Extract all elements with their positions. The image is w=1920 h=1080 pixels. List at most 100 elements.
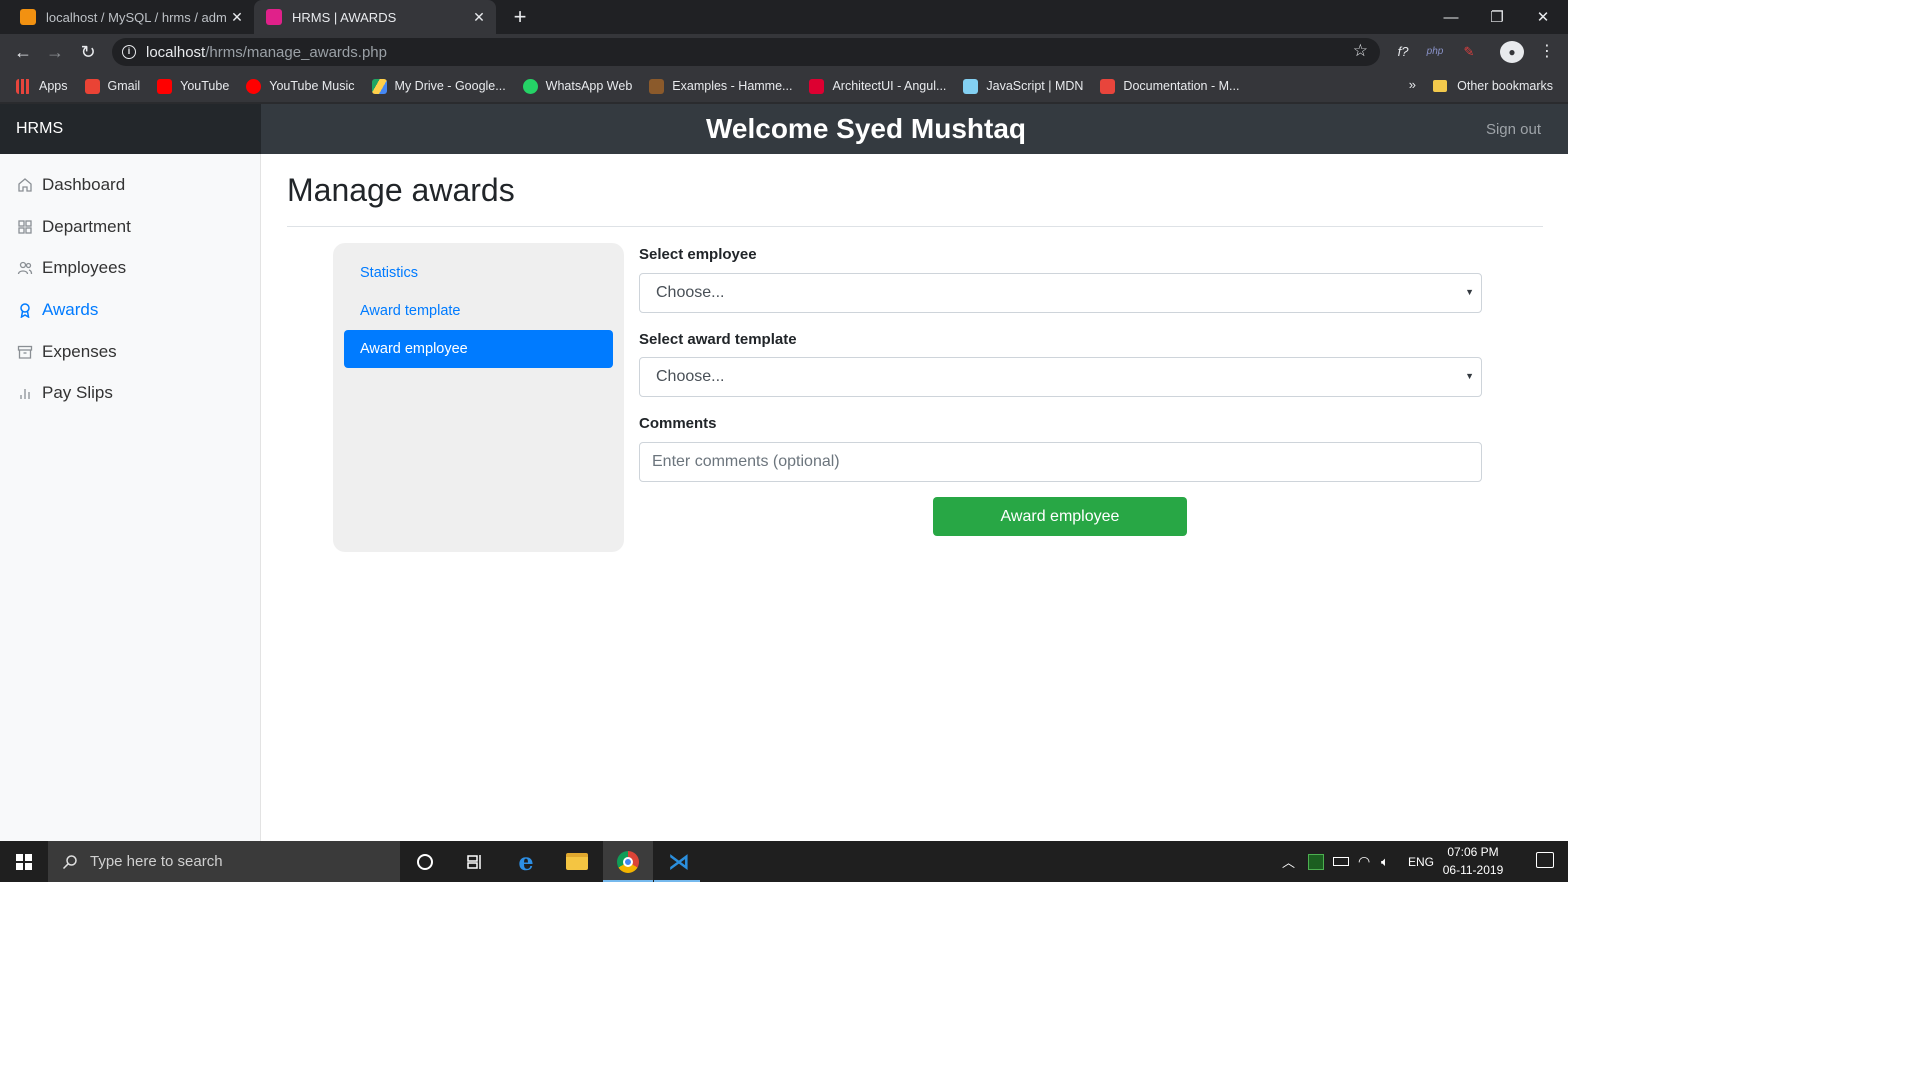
sign-out-link[interactable]: Sign out: [1486, 104, 1541, 154]
sidebar-item-label: Pay Slips: [42, 383, 113, 403]
bookmark-youtube[interactable]: YouTube: [157, 78, 229, 94]
task-view-icon[interactable]: [450, 841, 500, 882]
bookmark-star-icon[interactable]: ☆: [1353, 41, 1368, 61]
gmail-icon: [84, 78, 100, 94]
award-employee-button[interactable]: Award employee: [933, 497, 1187, 536]
sidebar-item-department[interactable]: Department: [0, 206, 260, 248]
grid-icon: [17, 219, 33, 235]
site-info-icon[interactable]: i: [122, 45, 136, 59]
cortana-icon[interactable]: [400, 841, 450, 882]
language-indicator[interactable]: ENG: [1408, 841, 1434, 882]
tab-title: HRMS | AWARDS: [292, 9, 397, 25]
award-template-select-value: Choose...: [656, 368, 725, 385]
restore-window-icon[interactable]: ❐: [1474, 0, 1520, 34]
forward-icon[interactable]: →: [40, 34, 70, 70]
whatsapp-icon: [522, 78, 538, 94]
show-hidden-icons-icon[interactable]: ︿: [1282, 841, 1295, 882]
bookmark-architectui[interactable]: ArchitectUI - Angul...: [809, 78, 946, 94]
subnav-award-employee[interactable]: Award employee: [344, 330, 613, 368]
sidebar-item-dashboard[interactable]: Dashboard: [0, 164, 260, 206]
select-employee-label: Select employee: [639, 246, 757, 263]
sidebar-item-pay-slips[interactable]: Pay Slips: [0, 372, 260, 414]
sidebar-item-label: Awards: [42, 299, 99, 319]
windows-taskbar: Type here to search e ⋊ ︿ ◠ 🔈︎ ENG 07:06…: [0, 841, 1568, 882]
sidebar-item-label: Employees: [42, 258, 127, 278]
welcome-heading: Welcome Syed Mushtaq: [705, 113, 1026, 144]
bookmark-mdn[interactable]: JavaScript | MDN: [963, 78, 1083, 94]
vscode-running-indicator: [654, 841, 700, 882]
php-extension-icon[interactable]: php: [1424, 42, 1446, 62]
tab-title: localhost / MySQL / hrms / admin: [46, 9, 226, 25]
google-drive-icon: [371, 78, 387, 94]
employee-select[interactable]: Choose... ▼: [639, 273, 1482, 313]
archive-icon: [17, 344, 33, 360]
address-bar[interactable]: i localhost/hrms/manage_awards.php ☆: [112, 38, 1380, 66]
sidebar-item-employees[interactable]: Employees: [0, 247, 260, 289]
select-award-template-label: Select award template: [639, 331, 797, 348]
bookmark-examples-hammer[interactable]: Examples - Hamme...: [649, 78, 792, 94]
browser-tab-phpmyadmin[interactable]: localhost / MySQL / hrms / admin ✕: [8, 0, 254, 34]
back-icon[interactable]: ←: [8, 34, 38, 70]
taskbar-clock[interactable]: 07:06 PM 06-11-2019: [1438, 843, 1508, 879]
notifications-icon[interactable]: [1536, 852, 1554, 868]
reload-icon[interactable]: ↻: [73, 34, 103, 70]
bookmark-documentation[interactable]: Documentation - M...: [1100, 78, 1239, 94]
clock-date: 06-11-2019: [1442, 863, 1504, 877]
search-icon: [62, 854, 77, 869]
subnav-statistics[interactable]: Statistics: [344, 254, 613, 292]
search-placeholder: Type here to search: [90, 853, 223, 870]
bookmark-whatsapp[interactable]: WhatsApp Web: [522, 78, 632, 94]
angular-icon: [809, 78, 825, 94]
windows-logo-icon: [16, 853, 32, 870]
wifi-icon[interactable]: ◠: [1358, 841, 1370, 882]
close-window-icon[interactable]: ✕: [1520, 0, 1566, 34]
divider: [287, 226, 1543, 227]
youtube-music-icon: [246, 78, 262, 94]
sidebar-item-expenses[interactable]: Expenses: [0, 331, 260, 373]
phpmyadmin-favicon-icon: [20, 9, 36, 25]
clock-time: 07:06 PM: [1447, 845, 1499, 859]
taskbar-search-box[interactable]: Type here to search: [48, 841, 400, 882]
minimize-window-icon[interactable]: —: [1428, 0, 1474, 34]
extension-badge-icon[interactable]: ✎: [1458, 42, 1480, 62]
formula-extension-icon[interactable]: f?: [1392, 42, 1414, 62]
brand-logo[interactable]: HRMS: [0, 104, 261, 154]
awards-subnav: Statistics Award template Award employee: [333, 243, 624, 552]
hrms-favicon-icon: [266, 9, 282, 25]
bar-chart-icon: [17, 385, 33, 401]
sidebar-item-label: Dashboard: [42, 174, 126, 194]
mdn-icon: [963, 78, 979, 94]
bookmark-youtube-music[interactable]: YouTube Music: [246, 78, 355, 94]
tray-app-icon[interactable]: [1308, 841, 1324, 882]
other-bookmarks[interactable]: Other bookmarks: [1433, 70, 1553, 102]
chrome-menu-icon[interactable]: ⋮: [1536, 42, 1558, 62]
file-explorer-icon[interactable]: [552, 841, 602, 882]
hammer-icon: [649, 78, 665, 94]
close-tab-icon[interactable]: ✕: [226, 9, 248, 26]
sidebar: Dashboard Department Employees Awards Ex…: [0, 154, 261, 841]
new-tab-button[interactable]: +: [508, 4, 532, 30]
close-tab-icon[interactable]: ✕: [468, 9, 490, 26]
award-template-select[interactable]: Choose... ▼: [639, 357, 1482, 397]
bookmark-google-drive[interactable]: My Drive - Google...: [371, 78, 506, 94]
award-icon: [17, 302, 33, 318]
sidebar-item-label: Expenses: [42, 341, 117, 361]
volume-icon[interactable]: 🔈︎: [1381, 841, 1389, 882]
profile-avatar-icon[interactable]: ●: [1500, 41, 1524, 63]
battery-icon[interactable]: [1333, 841, 1349, 882]
youtube-icon: [157, 78, 173, 94]
apps-grid-icon: [16, 78, 31, 94]
browser-tab-hrms[interactable]: HRMS | AWARDS ✕: [254, 0, 496, 34]
chrome-icon[interactable]: [603, 841, 653, 882]
start-button[interactable]: [0, 841, 48, 882]
employee-select-value: Choose...: [656, 284, 725, 301]
chevron-down-icon: ▼: [1465, 287, 1474, 297]
comments-input[interactable]: Enter comments (optional): [639, 442, 1482, 482]
bookmark-gmail[interactable]: Gmail: [84, 78, 140, 94]
bookmark-apps[interactable]: Apps: [16, 78, 68, 94]
edge-browser-icon[interactable]: e: [501, 841, 551, 882]
bookmarks-overflow-icon[interactable]: »: [1409, 77, 1416, 92]
folder-icon: [1433, 80, 1448, 92]
subnav-award-template[interactable]: Award template: [344, 292, 613, 330]
sidebar-item-awards[interactable]: Awards: [0, 289, 260, 331]
